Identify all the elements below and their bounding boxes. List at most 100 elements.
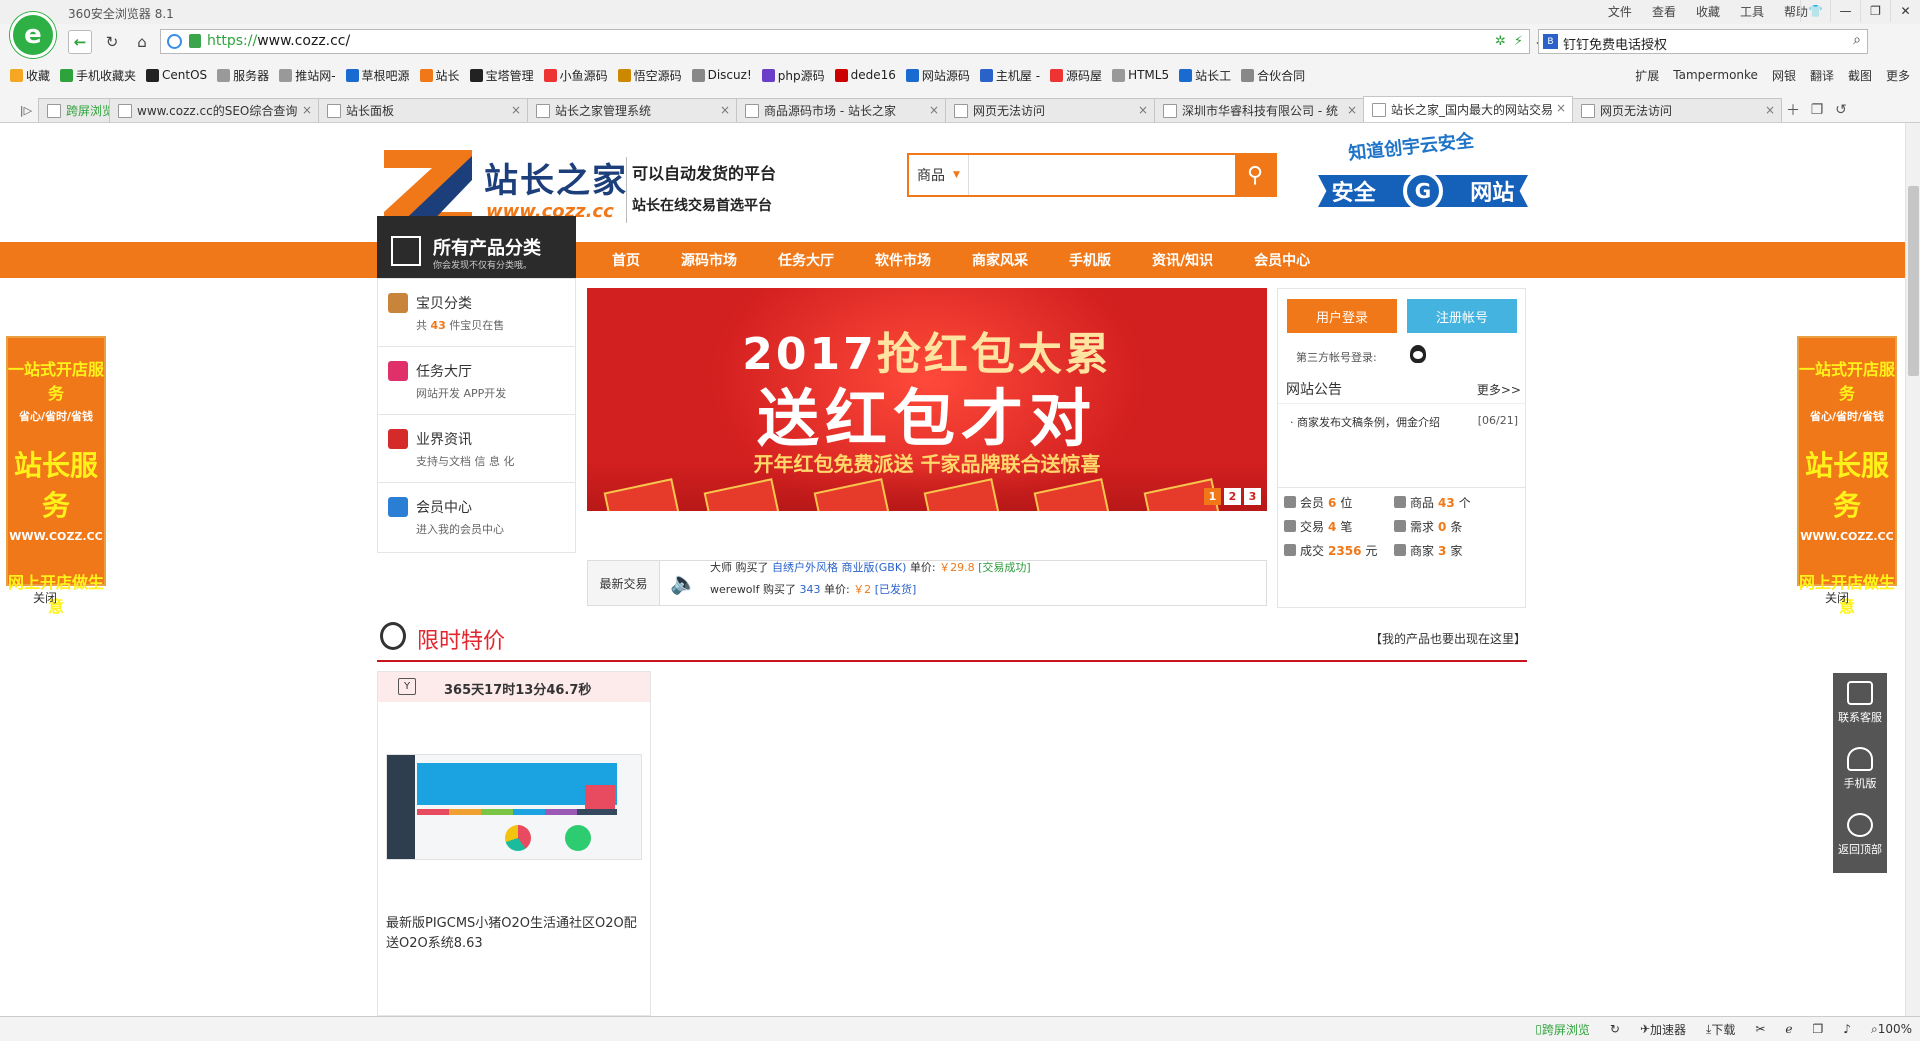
bookmark-item[interactable]: 网站源码 xyxy=(905,67,970,84)
security-badge[interactable]: 知道创宇云安全 安全 G 网站 xyxy=(1318,130,1528,223)
more-button[interactable]: 更多 xyxy=(1886,67,1910,84)
nav-link[interactable]: 会员中心 xyxy=(1254,250,1310,270)
bookmark-item[interactable]: php源码 xyxy=(761,67,825,84)
bookmark-item[interactable]: 手机收藏夹 xyxy=(60,67,136,84)
browser-tab[interactable]: 网页无法访问 × xyxy=(1572,98,1782,122)
register-button[interactable]: 注册帐号 xyxy=(1407,299,1517,333)
browser-tab[interactable]: 网页无法访问 × xyxy=(945,98,1155,122)
site-search-button[interactable]: ⚲ xyxy=(1235,155,1275,195)
browser-tab[interactable]: www.cozz.cc的SEO综合查询 × xyxy=(109,98,319,122)
home-button[interactable]: ⌂ xyxy=(130,30,154,54)
tab-close-icon[interactable]: × xyxy=(302,103,312,117)
site-logo-text[interactable]: 站长之家 xyxy=(484,153,628,202)
category-menu-item[interactable]: 会员中心 进入我的会员中心 xyxy=(378,483,575,551)
scrollbar-thumb[interactable] xyxy=(1908,186,1919,376)
nav-link[interactable]: 手机版 xyxy=(1069,250,1111,270)
tab-close-icon[interactable]: × xyxy=(1556,101,1566,115)
window-status-icon[interactable]: ❐ xyxy=(1813,1022,1824,1036)
restore-tab-icon[interactable]: ↺ xyxy=(1829,98,1853,122)
refresh-button[interactable]: ↻ xyxy=(100,30,124,54)
bookmark-item[interactable]: 宝塔管理 xyxy=(469,67,534,84)
browser-tab[interactable]: 站长之家管理系统 × xyxy=(527,98,737,122)
bookmark-item[interactable]: Discuz! xyxy=(691,68,752,82)
tab-list-icon[interactable]: ❐ xyxy=(1805,98,1829,122)
deal-item-link[interactable]: 自绣户外风格 商业版(GBK) xyxy=(772,561,906,574)
product-thumbnail[interactable] xyxy=(386,754,642,860)
translate-button[interactable]: 翻译 xyxy=(1810,67,1834,84)
nav-link[interactable]: 商家风采 xyxy=(972,250,1028,270)
tab-close-icon[interactable]: × xyxy=(929,103,939,117)
nav-link[interactable]: 首页 xyxy=(612,250,640,270)
skin-icon[interactable]: 👕 xyxy=(1800,0,1830,22)
menu-favorites[interactable]: 收藏 xyxy=(1696,3,1720,20)
bookmark-item[interactable]: 推站网- xyxy=(279,67,336,84)
promo-banner[interactable]: 2017抢红包太累 送红包才对 开年红包免费派送 千家品牌联合送惊喜 1 2 3 xyxy=(587,288,1267,511)
extensions-button[interactable]: 扩展 xyxy=(1635,67,1659,84)
promote-product-link[interactable]: 【我的产品也要出现在这里】 xyxy=(1370,630,1526,647)
bookmark-item[interactable]: 悟空源码 xyxy=(617,67,682,84)
tab-close-icon[interactable]: × xyxy=(1138,103,1148,117)
bookmark-item[interactable]: 合伙合同 xyxy=(1241,67,1305,84)
notice-item[interactable]: · 商家发布文稿条例，佣金介绍 [06/21] xyxy=(1290,414,1518,430)
all-categories-tab[interactable]: 所有产品分类 你会发现不仅有分类哦。 xyxy=(377,216,576,278)
tab-active[interactable]: 站长之家_国内最大的网站交易 × xyxy=(1363,96,1573,122)
browser-tab[interactable]: 深圳市华睿科技有限公司 - 统 × xyxy=(1154,98,1364,122)
page-scrollbar[interactable] xyxy=(1905,123,1920,1016)
mobile-version-button[interactable]: 手机版 xyxy=(1833,739,1887,803)
search-input[interactable]: 钉钉免费电话授权 xyxy=(1563,34,1667,53)
address-bar[interactable]: https://www.cozz.cc/ ✲ ⚡ xyxy=(160,29,1530,54)
search-category-select[interactable]: 商品 ▼ xyxy=(909,155,969,195)
category-menu-item[interactable]: 任务大厅 网站开发 APP开发 xyxy=(378,347,575,415)
ebank-button[interactable]: 网银 xyxy=(1772,67,1796,84)
category-menu-item[interactable]: 宝贝分类共 43 件宝贝在售 xyxy=(378,279,575,347)
nav-link[interactable]: 资讯/知识 xyxy=(1152,250,1213,270)
menu-tools[interactable]: 工具 xyxy=(1740,3,1764,20)
banner-dot-2[interactable]: 2 xyxy=(1224,488,1241,505)
bookmark-item[interactable]: 小鱼源码 xyxy=(543,67,608,84)
new-tab-icon[interactable]: ＋ xyxy=(1781,98,1805,122)
banner-dot-3[interactable]: 3 xyxy=(1244,488,1261,505)
search-icon[interactable]: ⌕ xyxy=(1853,32,1861,48)
search-engine-icon[interactable]: B xyxy=(1543,34,1558,49)
qq-login-icon[interactable] xyxy=(1410,345,1426,363)
side-ad-left[interactable]: 一站式开店服务 省心/省时/省钱 站长服务 WWW.COZZ.CC 网上开店做生… xyxy=(6,336,106,636)
bookmark-item[interactable]: 站长工 xyxy=(1179,67,1231,84)
side-ad-right-close[interactable]: 关闭 xyxy=(1825,589,1849,606)
sidebar-toggle-icon[interactable]: |▷ xyxy=(14,98,38,122)
browser-logo-icon[interactable]: e xyxy=(10,12,56,58)
bookmark-item[interactable]: CentOS xyxy=(146,68,207,82)
product-card[interactable]: Y 365天17时13分46.7秒 最新版PIGCMS小猪O2O生活通社区O2O… xyxy=(377,671,651,1016)
minimize-button[interactable]: — xyxy=(1830,0,1860,22)
extension-icon[interactable]: ✲ xyxy=(1495,34,1506,49)
close-window-button[interactable]: ✕ xyxy=(1890,0,1920,22)
bookmark-item[interactable]: HTML5 xyxy=(1112,68,1169,82)
menu-file[interactable]: 文件 xyxy=(1608,3,1632,20)
search-box[interactable]: B 钉钉免费电话授权 ⌕ xyxy=(1538,29,1868,54)
sound-icon[interactable]: ♪ xyxy=(1843,1022,1851,1036)
download-button[interactable]: ⤓ 下载 xyxy=(1706,1021,1735,1038)
ie-mode-icon[interactable]: ℯ xyxy=(1785,1022,1792,1036)
back-to-top-button[interactable]: 返回顶部 xyxy=(1833,805,1887,869)
customer-service-button[interactable]: 联系客服 xyxy=(1833,673,1887,737)
bookmark-item[interactable]: 主机屋 - xyxy=(979,67,1040,84)
bookmark-item[interactable]: 源码屋 xyxy=(1050,67,1102,84)
side-ad-right[interactable]: 一站式开店服务 省心/省时/省钱 站长服务 WWW.COZZ.CC 网上开店做生… xyxy=(1797,336,1897,636)
deal-item-link[interactable]: 343 xyxy=(799,583,820,596)
screenshot-button[interactable]: 截图 xyxy=(1848,67,1872,84)
refresh-status-icon[interactable]: ↻ xyxy=(1610,1022,1620,1036)
product-name[interactable]: 最新版PIGCMS小猪O2O生活通社区O2O配送O2O系统8.63 xyxy=(386,914,646,954)
banner-dot-1[interactable]: 1 xyxy=(1204,488,1221,505)
nav-link[interactable]: 任务大厅 xyxy=(778,250,834,270)
tampermonkey-button[interactable]: Tampermonke xyxy=(1673,68,1758,82)
category-menu-item[interactable]: 业界资讯 支持与文档 信 息 化 xyxy=(378,415,575,483)
maximize-button[interactable]: ❐ xyxy=(1860,0,1890,22)
bookmark-item[interactable]: dede16 xyxy=(834,68,896,82)
zoom-control[interactable]: ⌕ 100% xyxy=(1871,1022,1912,1037)
bookmark-item[interactable]: 站长 xyxy=(419,67,460,84)
browser-tab[interactable]: 跨屏浏览 xyxy=(38,98,110,122)
site-identity-icon[interactable] xyxy=(167,34,182,49)
nav-link[interactable]: 软件市场 xyxy=(875,250,931,270)
bookmark-item[interactable]: 收藏 xyxy=(10,67,50,84)
back-button[interactable]: ← xyxy=(68,30,92,54)
tab-close-icon[interactable]: × xyxy=(1347,103,1357,117)
